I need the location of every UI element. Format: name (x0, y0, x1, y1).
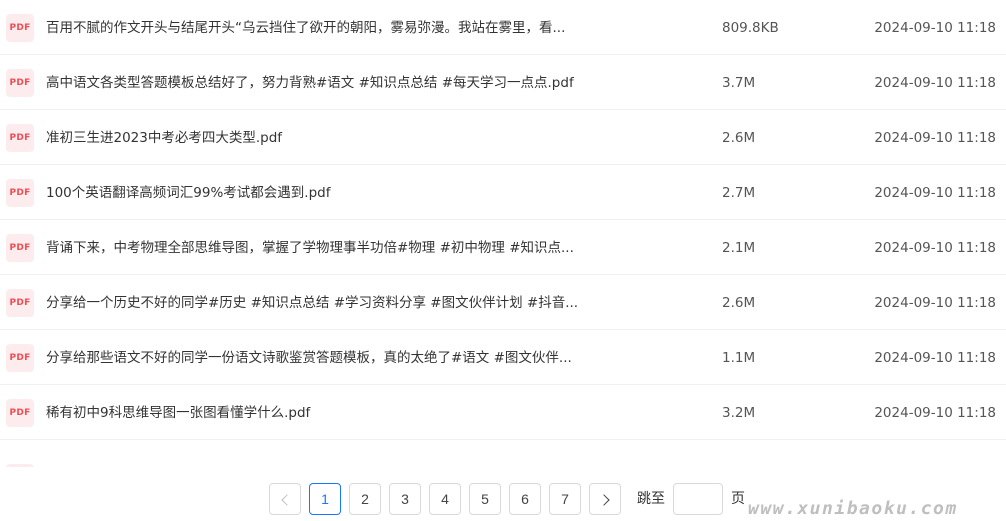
file-size: 2.7M (722, 185, 756, 201)
file-row[interactable]: PDF 背诵下来，中考物理全部思维导图，掌握了学物理事半功倍#物理 #初中物理 … (0, 220, 1006, 275)
file-list: PDF 百用不腻的作文开头与结尾开头“乌云挡住了欲开的朝阳，雾易弥漫。我站在雾里… (0, 0, 1006, 440)
pdf-file-icon: PDF (6, 289, 34, 317)
file-date: 2024-09-10 11:18 (874, 350, 996, 366)
prev-page-button[interactable] (269, 483, 301, 515)
file-row[interactable]: PDF 百用不腻的作文开头与结尾开头“乌云挡住了欲开的朝阳，雾易弥漫。我站在雾里… (0, 0, 1006, 55)
page-suffix-label: 页 (731, 491, 745, 507)
next-page-button[interactable] (589, 483, 621, 515)
page-button-5[interactable]: 5 (469, 483, 501, 515)
jump-page-input[interactable] (673, 483, 723, 515)
pdf-file-icon: PDF (6, 69, 34, 97)
file-size: 1.1M (722, 350, 756, 366)
watermark: www.xunibaoku.com (748, 498, 958, 519)
page-button-7[interactable]: 7 (549, 483, 581, 515)
file-name[interactable]: 分享给那些语文不好的同学一份语文诗歌鉴赏答题模板，真的太绝了#语文 #图文伙伴.… (46, 330, 636, 386)
file-size: 2.6M (722, 130, 756, 146)
file-row[interactable]: PDF 稀有初中9科思维导图一张图看懂学什么.pdf 3.2M 2024-09-… (0, 385, 1006, 440)
pdf-file-icon: PDF (6, 124, 34, 152)
page-button-2[interactable]: 2 (349, 483, 381, 515)
pdf-file-icon: PDF (6, 344, 34, 372)
chevron-right-icon (597, 494, 610, 506)
file-row[interactable]: PDF 分享给一个历史不好的同学#历史 #知识点总结 #学习资料分享 #图文伙伴… (0, 275, 1006, 330)
file-size: 3.7M (722, 75, 756, 91)
pdf-file-icon: PDF (6, 399, 34, 427)
file-row[interactable]: PDF 100个英语翻译高频词汇99%考试都会遇到.pdf 2.7M 2024-… (0, 165, 1006, 220)
page-button-3[interactable]: 3 (389, 483, 421, 515)
file-row[interactable]: PDF 高中语文各类型答题模板总结好了，努力背熟#语文 #知识点总结 #每天学习… (0, 55, 1006, 110)
file-name[interactable]: 100个英语翻译高频词汇99%考试都会遇到.pdf (46, 165, 636, 221)
file-name[interactable]: 背诵下来，中考物理全部思维导图，掌握了学物理事半功倍#物理 #初中物理 #知识点… (46, 220, 636, 276)
file-name[interactable]: 分享给一个历史不好的同学#历史 #知识点总结 #学习资料分享 #图文伙伴计划 #… (46, 275, 636, 331)
file-date: 2024-09-10 11:18 (874, 295, 996, 311)
file-date: 2024-09-10 11:18 (874, 240, 996, 256)
file-name[interactable]: 百用不腻的作文开头与结尾开头“乌云挡住了欲开的朝阳，雾易弥漫。我站在雾里，看..… (46, 0, 636, 56)
page-button-1[interactable]: 1 (309, 483, 341, 515)
file-date: 2024-09-10 11:18 (874, 185, 996, 201)
file-name[interactable]: 高中语文各类型答题模板总结好了，努力背熟#语文 #知识点总结 #每天学习一点点.… (46, 55, 636, 111)
file-row-partial (0, 460, 1006, 467)
pdf-file-icon: PDF (6, 179, 34, 207)
file-name[interactable]: 准初三生进2023中考必考四大类型.pdf (46, 110, 636, 166)
jump-label: 跳至 (637, 491, 665, 507)
file-date: 2024-09-10 11:18 (874, 405, 996, 421)
file-row[interactable]: PDF 准初三生进2023中考必考四大类型.pdf 2.6M 2024-09-1… (0, 110, 1006, 165)
page-button-6[interactable]: 6 (509, 483, 541, 515)
file-date: 2024-09-10 11:18 (874, 75, 996, 91)
file-date: 2024-09-10 11:18 (874, 130, 996, 146)
page-button-4[interactable]: 4 (429, 483, 461, 515)
file-name[interactable]: 稀有初中9科思维导图一张图看懂学什么.pdf (46, 385, 636, 441)
file-size: 2.1M (722, 240, 756, 256)
pdf-file-icon: PDF (6, 234, 34, 262)
file-size: 2.6M (722, 295, 756, 311)
chevron-left-icon (280, 494, 293, 506)
pdf-file-icon: PDF (6, 14, 34, 42)
file-size: 809.8KB (722, 20, 779, 36)
file-size: 3.2M (722, 405, 756, 421)
pdf-file-icon (6, 464, 34, 467)
file-date: 2024-09-10 11:18 (874, 20, 996, 36)
file-row[interactable]: PDF 分享给那些语文不好的同学一份语文诗歌鉴赏答题模板，真的太绝了#语文 #图… (0, 330, 1006, 385)
